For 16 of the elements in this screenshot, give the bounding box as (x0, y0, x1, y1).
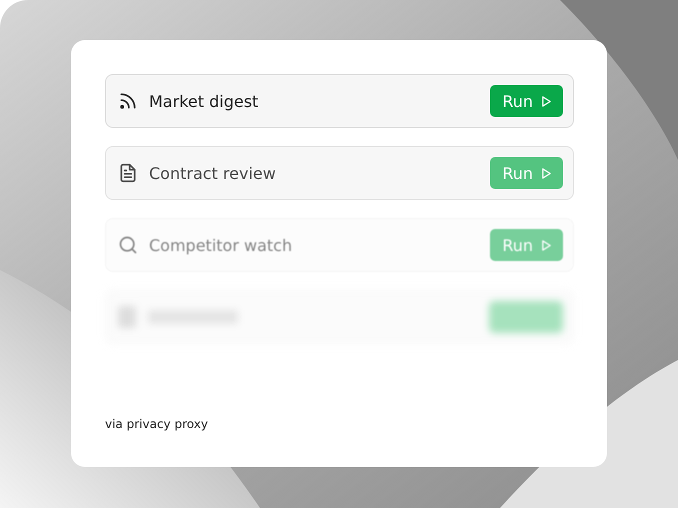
search-icon (118, 235, 138, 255)
task-name: Contract review (149, 164, 277, 182)
document-icon (118, 163, 138, 183)
play-icon (541, 166, 552, 180)
task-row[interactable]: Competitor watch Run (105, 218, 574, 272)
play-icon (541, 94, 552, 108)
play-icon (541, 238, 552, 252)
rss-icon (118, 91, 138, 111)
task-row[interactable]: Market digest Run (105, 74, 574, 128)
footer-note: via privacy proxy (105, 417, 209, 431)
run-button[interactable]: Run (490, 85, 563, 117)
run-button[interactable]: Run (490, 229, 563, 261)
task-row[interactable]: Contract review Run (105, 146, 574, 200)
task-name: Market digest (149, 92, 260, 110)
run-button[interactable]: Run (490, 157, 563, 189)
task-name: Competitor watch (149, 236, 294, 254)
